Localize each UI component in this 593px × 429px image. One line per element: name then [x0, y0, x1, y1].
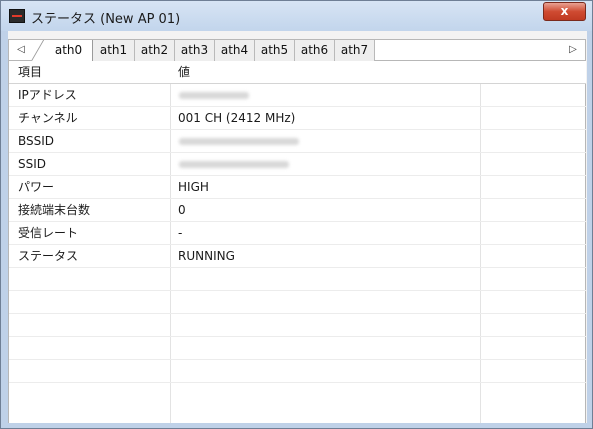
row-value: 001 CH (2412 MHz)	[178, 111, 296, 125]
window-title: ステータス (New AP 01)	[31, 12, 181, 27]
row-name: ステータス	[18, 249, 79, 263]
row-value: 0	[178, 203, 186, 217]
tab-ath5[interactable]: ath5	[255, 40, 295, 61]
table-header-row: 項目 値	[9, 61, 586, 84]
redacted-value	[179, 161, 289, 168]
tab-ath4[interactable]: ath4	[215, 40, 255, 61]
row-name: 受信レート	[18, 226, 79, 240]
tab-ath1[interactable]: ath1	[93, 40, 135, 61]
row-name: 接続端末台数	[18, 203, 91, 217]
row-name: SSID	[18, 157, 47, 171]
status-table: 項目 値 IPアドレス チャンネル 001 CH (2412 MHz) BSSID SS…	[8, 61, 586, 423]
table-row[interactable]: SSID	[9, 153, 586, 176]
table-row[interactable]: チャンネル 001 CH (2412 MHz)	[9, 107, 586, 130]
app-icon	[9, 9, 25, 23]
row-name: チャンネル	[18, 111, 78, 125]
tab-strip: ◁ ath0 ath1 ath2 ath3 ath4 ath5 ath6 ath7 ▷	[8, 39, 586, 61]
row-name: BSSID	[18, 134, 55, 148]
tab-edge	[31, 40, 56, 61]
tab-ath0[interactable]: ath0	[31, 40, 93, 61]
redacted-value	[179, 138, 299, 145]
tab-ath7[interactable]: ath7	[335, 40, 375, 61]
row-value: RUNNING	[178, 249, 235, 263]
row-name: パワー	[18, 180, 55, 194]
empty-table-row	[9, 360, 586, 383]
redacted-value	[179, 92, 249, 99]
empty-table-row	[9, 268, 586, 291]
title-bar[interactable]: ステータス (New AP 01) x	[1, 1, 592, 31]
row-name: IPアドレス	[18, 88, 77, 102]
table-row[interactable]: 受信レート -	[9, 222, 586, 245]
tab-scroll-left-button[interactable]: ◁	[13, 42, 29, 58]
tab-ath2[interactable]: ath2	[135, 40, 175, 61]
close-button[interactable]: x	[543, 2, 586, 21]
table-row[interactable]: ステータス RUNNING	[9, 245, 586, 268]
tab-scroll-right-button[interactable]: ▷	[565, 42, 581, 58]
table-row[interactable]: BSSID	[9, 130, 586, 153]
table-row[interactable]: パワー HIGH	[9, 176, 586, 199]
header-value[interactable]: 値	[178, 61, 190, 83]
table-row[interactable]: 接続端末台数 0	[9, 199, 586, 222]
row-value: -	[178, 226, 183, 240]
tab-ath3[interactable]: ath3	[175, 40, 215, 61]
empty-table-row	[9, 337, 586, 360]
empty-table-row	[9, 291, 586, 314]
tab-ath6[interactable]: ath6	[295, 40, 335, 61]
empty-table-row	[9, 314, 586, 337]
row-value: HIGH	[178, 180, 209, 194]
table-row[interactable]: IPアドレス	[9, 84, 586, 107]
status-window: ステータス (New AP 01) x ◁ ath0 ath1 ath2 ath3 at…	[0, 0, 593, 429]
client-area: ◁ ath0 ath1 ath2 ath3 ath4 ath5 ath6 ath7 ▷ 項目 …	[8, 31, 587, 423]
header-name[interactable]: 項目	[18, 61, 42, 83]
